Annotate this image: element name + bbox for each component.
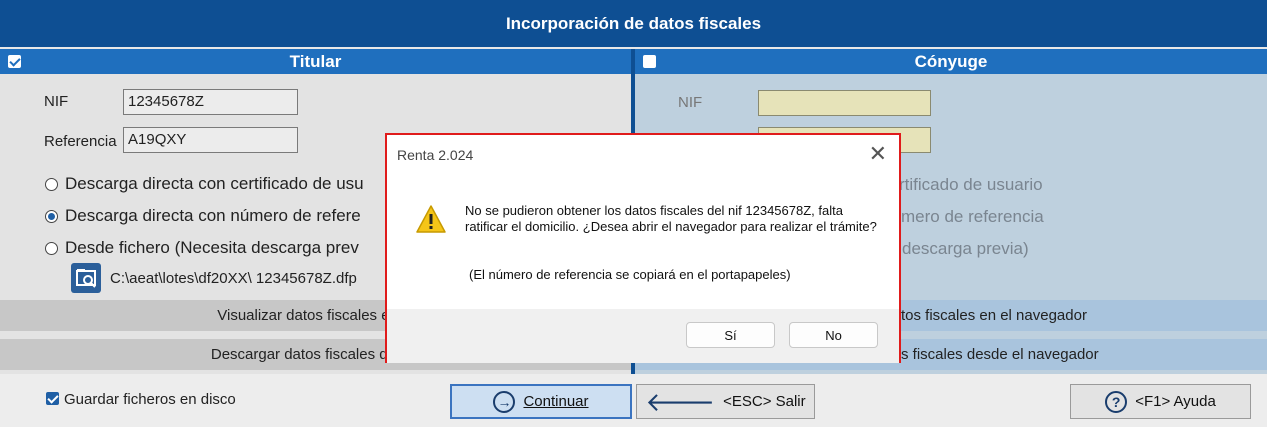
- help-button[interactable]: ? <F1> Ayuda: [1070, 384, 1251, 419]
- conyuge-header-label: Cónyuge: [914, 51, 988, 71]
- titular-radio-certificate[interactable]: [45, 178, 58, 191]
- renta-dialog: Renta 2.024 ✕ No se pudieron obtener los…: [385, 133, 901, 363]
- titular-radio-file[interactable]: [45, 242, 58, 255]
- conyuge-nif-field[interactable]: [758, 90, 931, 116]
- arrow-right-circle-icon: →: [493, 390, 516, 413]
- arrow-left-icon: 🡐: [645, 386, 716, 417]
- save-files-label: Guardar ficheros en disco: [64, 391, 236, 408]
- dialog-footer: Sí No: [387, 309, 899, 363]
- conyuge-option-reference: mero de referencia: [901, 207, 1044, 226]
- conyuge-nif-label: NIF: [678, 94, 703, 111]
- bottom-bar: Guardar ficheros en disco → Continuar 🡐 …: [0, 374, 1267, 427]
- conyuge-option-certificate: rtificado de usuario: [899, 175, 1043, 194]
- titular-option-certificate: Descarga directa con certificado de usu: [65, 174, 364, 193]
- titular-checkbox[interactable]: [8, 55, 21, 68]
- titular-ref-field[interactable]: A19QXY: [123, 127, 298, 153]
- titular-nif-label: NIF: [44, 93, 69, 110]
- warning-icon: [416, 205, 446, 233]
- titular-option-reference: Descarga directa con número de refere: [65, 206, 361, 225]
- conyuge-visualize-label: tos fiscales en el navegador: [901, 307, 1087, 324]
- conyuge-option-file: descarga previa): [902, 239, 1029, 258]
- checkmark-icon: [47, 392, 59, 404]
- titular-radio-reference[interactable]: [45, 210, 58, 223]
- dialog-note: (El número de referencia se copiará en e…: [469, 267, 791, 282]
- titular-header-label: Titular: [289, 51, 342, 71]
- exit-label: <ESC> Salir: [723, 393, 806, 410]
- conyuge-checkbox[interactable]: [643, 55, 656, 68]
- conyuge-header: Cónyuge: [635, 49, 1267, 74]
- dialog-title: Renta 2.024: [397, 147, 474, 163]
- folder-search-icon[interactable]: [71, 263, 101, 293]
- window-title: Incorporación de datos fiscales: [0, 0, 1267, 47]
- continue-button[interactable]: → Continuar: [450, 384, 632, 419]
- titular-nif-field[interactable]: 12345678Z: [123, 89, 298, 115]
- yes-button[interactable]: Sí: [686, 322, 775, 348]
- save-files-checkbox[interactable]: [46, 392, 59, 405]
- titular-file-path: C:\aeat\lotes\df20XX\ 12345678Z.dfp: [110, 270, 357, 287]
- no-button[interactable]: No: [789, 322, 878, 348]
- help-label: <F1> Ayuda: [1135, 393, 1216, 410]
- titular-header: Titular: [0, 49, 631, 74]
- continue-label: Continuar: [523, 393, 589, 410]
- dialog-message: No se pudieron obtener los datos fiscale…: [465, 203, 877, 234]
- titular-ref-label: Referencia: [44, 133, 117, 150]
- question-circle-icon: ?: [1105, 390, 1128, 413]
- exit-button[interactable]: 🡐 <ESC> Salir: [636, 384, 815, 419]
- close-icon[interactable]: ✕: [869, 141, 887, 167]
- conyuge-download-label: s fiscales desde el navegador: [901, 346, 1099, 363]
- titular-option-file: Desde fichero (Necesita descarga prev: [65, 238, 359, 257]
